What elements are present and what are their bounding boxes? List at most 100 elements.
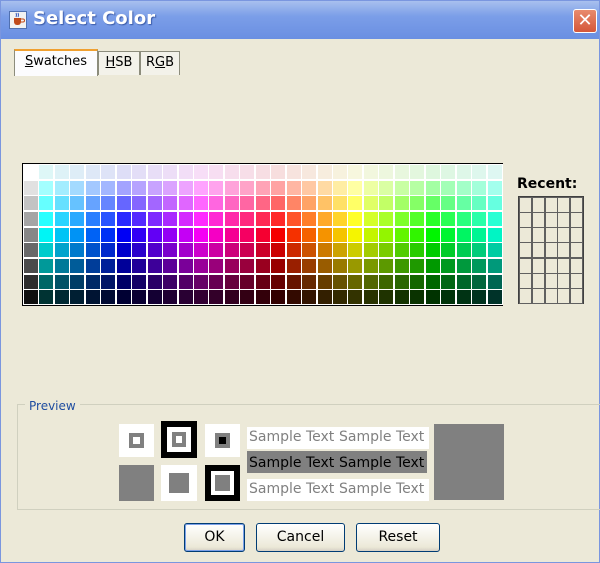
- color-swatch[interactable]: [69, 179, 86, 196]
- color-swatch[interactable]: [316, 226, 333, 243]
- color-swatch[interactable]: [38, 242, 55, 259]
- color-swatch[interactable]: [239, 211, 256, 227]
- color-swatch[interactable]: [84, 242, 101, 259]
- color-swatch[interactable]: [146, 258, 163, 274]
- recent-swatch[interactable]: [519, 197, 532, 213]
- color-swatch[interactable]: [38, 273, 55, 290]
- color-swatch[interactable]: [301, 289, 318, 306]
- color-swatch[interactable]: [424, 289, 441, 306]
- color-swatch[interactable]: [393, 289, 410, 306]
- color-swatch[interactable]: [347, 242, 364, 259]
- color-swatch[interactable]: [362, 226, 379, 243]
- color-swatch[interactable]: [254, 242, 271, 259]
- color-swatch[interactable]: [332, 211, 349, 227]
- color-swatch[interactable]: [270, 242, 287, 259]
- color-swatch[interactable]: [100, 164, 117, 180]
- color-swatch[interactable]: [409, 164, 426, 180]
- color-swatch[interactable]: [455, 211, 472, 227]
- color-swatch[interactable]: [332, 242, 349, 259]
- color-swatch[interactable]: [270, 226, 287, 243]
- color-swatch[interactable]: [38, 179, 55, 196]
- color-swatch[interactable]: [38, 211, 55, 227]
- color-swatch[interactable]: [471, 195, 488, 212]
- recent-swatch[interactable]: [519, 212, 532, 229]
- color-swatch[interactable]: [177, 258, 194, 274]
- color-swatch[interactable]: [69, 242, 86, 259]
- color-swatch[interactable]: [455, 258, 472, 274]
- color-swatch[interactable]: [270, 289, 287, 306]
- color-swatch[interactable]: [393, 179, 410, 196]
- ok-button[interactable]: OK: [184, 523, 245, 552]
- color-swatch[interactable]: [23, 195, 39, 212]
- color-swatch[interactable]: [131, 258, 148, 274]
- color-swatch[interactable]: [486, 226, 503, 243]
- recent-swatches[interactable]: [518, 196, 584, 304]
- recent-swatch[interactable]: [557, 287, 571, 304]
- tab-hsb[interactable]: HSB: [98, 51, 140, 75]
- color-swatch[interactable]: [378, 258, 395, 274]
- reset-button[interactable]: Reset: [356, 523, 440, 552]
- color-swatch[interactable]: [424, 226, 441, 243]
- color-swatch[interactable]: [347, 226, 364, 243]
- color-swatch[interactable]: [301, 164, 318, 180]
- color-swatch[interactable]: [254, 179, 271, 196]
- color-swatch[interactable]: [192, 211, 209, 227]
- color-swatch[interactable]: [100, 273, 117, 290]
- color-swatch[interactable]: [100, 179, 117, 196]
- color-swatch[interactable]: [424, 211, 441, 227]
- color-swatch[interactable]: [146, 164, 163, 180]
- color-swatch[interactable]: [455, 273, 472, 290]
- color-swatch[interactable]: [455, 242, 472, 259]
- recent-swatch[interactable]: [544, 272, 558, 289]
- color-swatch[interactable]: [162, 211, 179, 227]
- color-swatch[interactable]: [131, 211, 148, 227]
- color-swatch[interactable]: [115, 289, 132, 306]
- color-swatch[interactable]: [84, 226, 101, 243]
- color-swatch[interactable]: [162, 258, 179, 274]
- color-swatch[interactable]: [332, 179, 349, 196]
- color-swatch[interactable]: [208, 258, 225, 274]
- color-swatch[interactable]: [131, 195, 148, 212]
- color-swatch[interactable]: [486, 258, 503, 274]
- color-swatch[interactable]: [84, 258, 101, 274]
- color-swatch[interactable]: [162, 226, 179, 243]
- color-swatch[interactable]: [177, 164, 194, 180]
- color-swatch[interactable]: [208, 226, 225, 243]
- color-swatch[interactable]: [84, 289, 101, 306]
- color-swatch[interactable]: [301, 242, 318, 259]
- color-swatch[interactable]: [440, 211, 457, 227]
- color-swatch[interactable]: [100, 258, 117, 274]
- color-swatch[interactable]: [53, 211, 70, 227]
- color-swatch[interactable]: [409, 289, 426, 306]
- color-swatch[interactable]: [23, 164, 39, 180]
- color-swatch[interactable]: [38, 258, 55, 274]
- recent-swatch[interactable]: [519, 242, 532, 259]
- color-swatch[interactable]: [254, 226, 271, 243]
- color-swatch[interactable]: [362, 258, 379, 274]
- color-swatch[interactable]: [362, 211, 379, 227]
- color-swatch[interactable]: [131, 164, 148, 180]
- recent-swatch[interactable]: [531, 272, 545, 289]
- recent-swatch[interactable]: [557, 212, 571, 229]
- color-swatch[interactable]: [254, 164, 271, 180]
- color-swatch[interactable]: [486, 211, 503, 227]
- color-swatch[interactable]: [332, 289, 349, 306]
- color-swatch[interactable]: [239, 195, 256, 212]
- color-swatch[interactable]: [53, 258, 70, 274]
- color-swatch[interactable]: [455, 179, 472, 196]
- color-swatch[interactable]: [115, 195, 132, 212]
- color-swatch[interactable]: [486, 195, 503, 212]
- color-swatch[interactable]: [53, 242, 70, 259]
- color-swatch[interactable]: [424, 164, 441, 180]
- color-swatch[interactable]: [100, 242, 117, 259]
- cancel-button[interactable]: Cancel: [256, 523, 345, 552]
- color-swatch[interactable]: [316, 258, 333, 274]
- color-swatch[interactable]: [332, 258, 349, 274]
- recent-swatch[interactable]: [531, 257, 545, 274]
- color-swatch[interactable]: [486, 289, 503, 306]
- color-swatch[interactable]: [347, 289, 364, 306]
- color-swatch[interactable]: [53, 195, 70, 212]
- color-swatch[interactable]: [23, 211, 39, 227]
- color-swatch[interactable]: [362, 164, 379, 180]
- color-swatch[interactable]: [23, 226, 39, 243]
